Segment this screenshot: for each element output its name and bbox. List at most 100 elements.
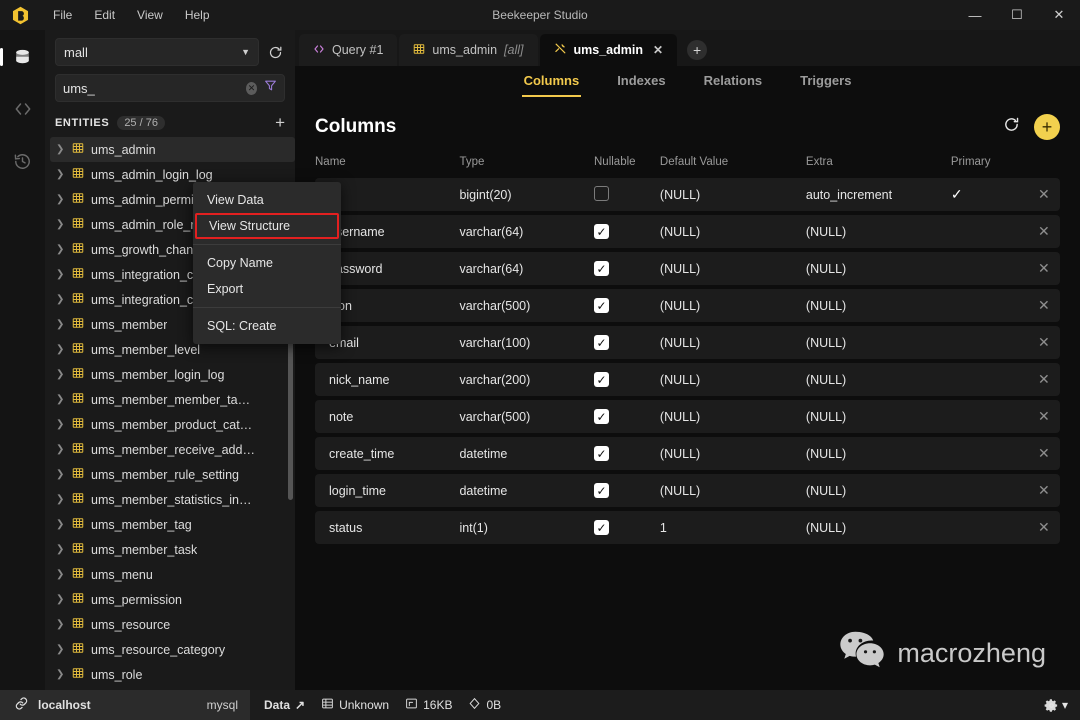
entity-item[interactable]: ❯ ums_member_statistics_in… (50, 487, 295, 512)
nullable-checkbox[interactable]: ✓ (594, 483, 609, 498)
context-menu-item[interactable]: SQL: Create (193, 313, 341, 339)
cell-default-value[interactable]: (NULL) (659, 178, 806, 211)
cell-nullable[interactable]: ✓ (594, 400, 660, 433)
status-data-link[interactable]: Data ↗ (264, 698, 305, 712)
cell-default-value[interactable]: (NULL) (659, 400, 806, 433)
table-row[interactable]: username varchar(64) ✓ (NULL) (NULL) ✕ (315, 215, 1060, 248)
menu-view[interactable]: View (127, 4, 173, 26)
chevron-right-icon[interactable]: ❯ (56, 619, 65, 630)
chevron-right-icon[interactable]: ❯ (56, 644, 65, 655)
cell-delete[interactable]: ✕ (1027, 474, 1060, 507)
entity-item[interactable]: ❯ ums_member_task (50, 537, 295, 562)
delete-x-icon[interactable]: ✕ (1038, 223, 1050, 239)
entity-item[interactable]: ❯ ums_role (50, 662, 295, 687)
delete-x-icon[interactable]: ✕ (1038, 445, 1050, 461)
cell-default-value[interactable]: (NULL) (659, 215, 806, 248)
plus-icon[interactable]: + (275, 114, 285, 131)
table-row[interactable]: idbigint(20)(NULL)auto_increment✓✕ (315, 178, 1060, 211)
cell-delete[interactable]: ✕ (1027, 363, 1060, 396)
delete-x-icon[interactable]: ✕ (1038, 260, 1050, 276)
cell-column-type[interactable]: datetime (459, 437, 594, 470)
cell-extra[interactable]: auto_increment (805, 178, 951, 211)
cell-default-value[interactable]: (NULL) (659, 326, 806, 359)
cell-delete[interactable]: ✕ (1027, 437, 1060, 470)
cell-column-name[interactable]: status (315, 511, 460, 544)
close-icon[interactable]: ✕ (653, 43, 663, 57)
cell-extra[interactable]: (NULL) (805, 363, 951, 396)
menu-edit[interactable]: Edit (84, 4, 125, 26)
delete-x-icon[interactable]: ✕ (1038, 408, 1050, 424)
chevron-right-icon[interactable]: ❯ (56, 244, 65, 255)
cell-column-type[interactable]: varchar(500) (459, 400, 594, 433)
cell-default-value[interactable]: (NULL) (659, 437, 806, 470)
cell-extra[interactable]: (NULL) (805, 252, 951, 285)
entity-item[interactable]: ❯ ums_resource_category (50, 637, 295, 662)
entity-item[interactable]: ❯ ums_permission (50, 587, 295, 612)
th-nullable[interactable]: Nullable (594, 156, 660, 174)
table-row[interactable]: email varchar(100) ✓ (NULL) (NULL) ✕ (315, 326, 1060, 359)
cell-nullable[interactable]: ✓ (594, 289, 660, 322)
cell-delete[interactable]: ✕ (1027, 289, 1060, 322)
chevron-right-icon[interactable]: ❯ (56, 419, 65, 430)
minimize-icon[interactable]: — (954, 0, 996, 30)
table-row[interactable]: status int(1) ✓ 1 (NULL) ✕ (315, 511, 1060, 544)
chevron-right-icon[interactable]: ❯ (56, 194, 65, 205)
chevron-right-icon[interactable]: ❯ (56, 519, 65, 530)
cell-nullable[interactable]: ✓ (594, 215, 660, 248)
subtab-triggers[interactable]: Triggers (798, 70, 853, 95)
cell-delete[interactable]: ✕ (1027, 400, 1060, 433)
cell-column-type[interactable]: bigint(20) (459, 178, 594, 211)
cell-extra[interactable]: (NULL) (805, 437, 951, 470)
filter-funnel-icon[interactable] (264, 79, 277, 97)
cell-column-type[interactable]: varchar(200) (459, 363, 594, 396)
cell-column-type[interactable]: datetime (459, 474, 594, 507)
entity-item[interactable]: ❯ ums_member_login_log (50, 362, 295, 387)
nullable-checkbox[interactable]: ✓ (594, 520, 609, 535)
entity-item[interactable]: ❯ ums_member_tag (50, 512, 295, 537)
subtab-indexes[interactable]: Indexes (615, 70, 667, 95)
entity-search[interactable]: ✕ (55, 74, 285, 102)
delete-x-icon[interactable]: ✕ (1038, 297, 1050, 313)
context-menu-item[interactable]: View Data (193, 187, 341, 213)
th-name[interactable]: Name (315, 156, 459, 174)
search-input[interactable] (63, 80, 239, 96)
cell-delete[interactable]: ✕ (1027, 252, 1060, 285)
delete-x-icon[interactable]: ✕ (1038, 371, 1050, 387)
database-icon[interactable] (0, 42, 38, 72)
entity-context-menu[interactable]: View Data View Structure Copy Name Export SQ… (193, 182, 341, 344)
cell-extra[interactable]: (NULL) (805, 474, 951, 507)
chevron-right-icon[interactable]: ❯ (56, 569, 65, 580)
menu-help[interactable]: Help (175, 4, 220, 26)
add-column-button[interactable]: + (1034, 114, 1060, 140)
cell-nullable[interactable] (594, 178, 660, 211)
cell-default-value[interactable]: (NULL) (659, 474, 806, 507)
cell-column-type[interactable]: varchar(100) (459, 326, 594, 359)
entity-item[interactable]: ❯ ums_admin (50, 137, 295, 162)
close-icon[interactable]: ✕ (1038, 0, 1080, 30)
chevron-right-icon[interactable]: ❯ (56, 219, 65, 230)
cell-delete[interactable]: ✕ (1027, 215, 1060, 248)
table-row[interactable]: login_time datetime ✓ (NULL) (NULL) ✕ (315, 474, 1060, 507)
cell-column-type[interactable]: varchar(64) (459, 252, 594, 285)
cell-default-value[interactable]: (NULL) (659, 252, 806, 285)
cell-nullable[interactable]: ✓ (594, 437, 660, 470)
cell-extra[interactable]: (NULL) (805, 289, 951, 322)
cell-default-value[interactable]: 1 (659, 511, 806, 544)
tab-query--1[interactable]: Query #1 (299, 34, 398, 66)
cell-default-value[interactable]: (NULL) (659, 363, 806, 396)
cell-column-type[interactable]: int(1) (459, 511, 594, 544)
chevron-right-icon[interactable]: ❯ (56, 444, 65, 455)
new-tab-button[interactable]: + (687, 40, 708, 60)
refresh-icon[interactable] (265, 40, 285, 64)
entity-item[interactable]: ❯ ums_member_receive_add… (50, 437, 295, 462)
table-row[interactable]: create_time datetime ✓ (NULL) (NULL) ✕ (315, 437, 1060, 470)
cell-extra[interactable]: (NULL) (805, 326, 951, 359)
nullable-checkbox[interactable]: ✓ (594, 372, 609, 387)
cell-nullable[interactable]: ✓ (594, 511, 660, 544)
chevron-right-icon[interactable]: ❯ (56, 169, 65, 180)
cell-extra[interactable]: (NULL) (805, 511, 951, 544)
entity-item[interactable]: ❯ ums_menu (50, 562, 295, 587)
maximize-icon[interactable]: ☐ (996, 0, 1038, 30)
tab-ums-admin[interactable]: ums_admin ✕ (539, 34, 678, 66)
chevron-right-icon[interactable]: ❯ (56, 669, 65, 680)
